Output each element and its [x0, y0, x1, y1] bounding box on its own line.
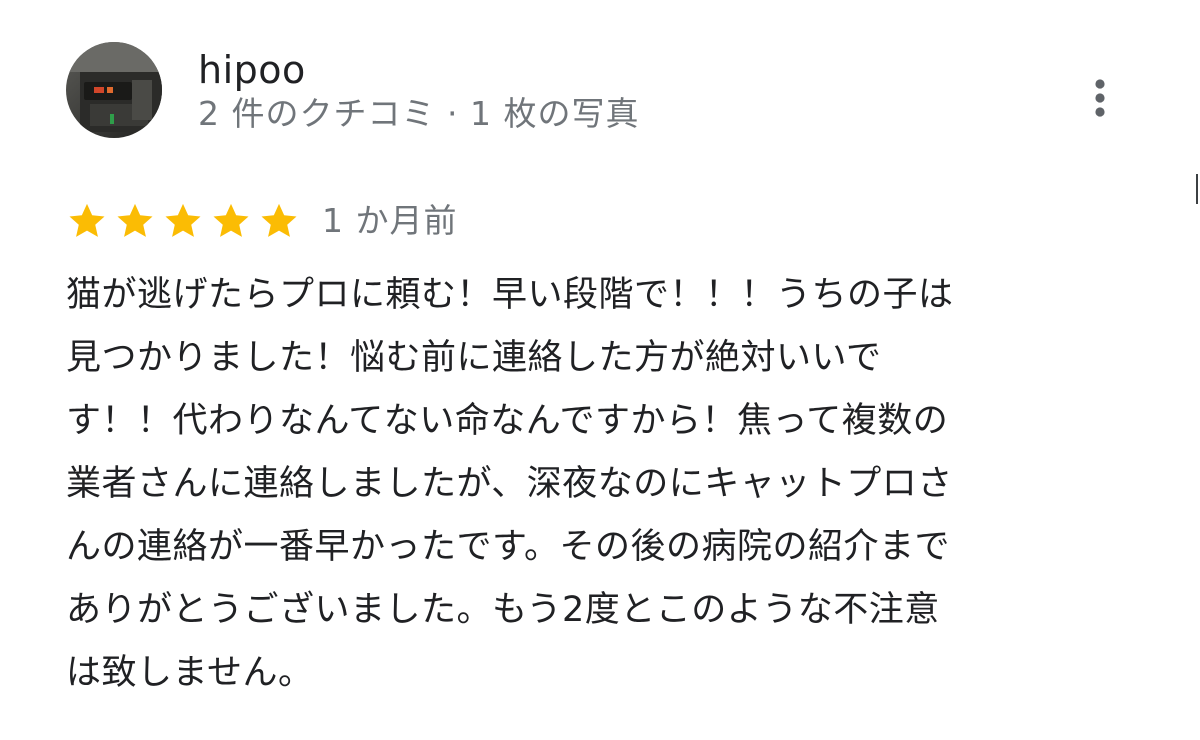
star-icon — [213, 203, 249, 237]
review-text-line: す！！代わりなんてない命なんですから！焦って複数の — [66, 401, 949, 441]
review-text-line: 猫が逃げたらプロに頼む！早い段階で！！！うちの子は — [66, 275, 954, 315]
review-card: hipoo 2 件のクチコミ · 1 枚の写真 1 か月前 猫が逃げたらプロに頼… — [0, 0, 1200, 740]
author-info: hipoo 2 件のクチコミ · 1 枚の写真 — [198, 48, 639, 134]
avatar-photo — [66, 42, 162, 138]
review-text-line: 業者さんに連絡しましたが、深夜なのにキャットプロさ — [66, 464, 953, 504]
star-icon — [165, 203, 201, 237]
more-vert-icon — [1095, 79, 1105, 117]
review-text-line: 見つかりました！悩む前に連絡した方が絶対いいで — [66, 338, 882, 378]
star-icon — [117, 203, 153, 237]
more-options-button[interactable] — [1074, 68, 1126, 128]
author-name[interactable]: hipoo — [198, 48, 639, 92]
review-text-line: は致しません。 — [66, 653, 314, 693]
review-text-line: ありがとうございました。もう2度とこのような不注意 — [66, 590, 940, 630]
review-text-line: んの連絡が一番早かったです。その後の病院の紹介まで — [66, 527, 951, 567]
star-rating — [66, 200, 300, 242]
review-date: 1 か月前 — [322, 201, 458, 240]
rating-row: 1 か月前 — [66, 199, 458, 243]
star-icon — [69, 203, 105, 237]
review-text: 猫が逃げたらプロに頼む！早い段階で！！！うちの子は 見つかりました！悩む前に連絡し… — [66, 264, 1136, 705]
star-icon — [261, 203, 297, 237]
author-avatar[interactable] — [66, 42, 162, 138]
author-stats: 2 件のクチコミ · 1 枚の写真 — [198, 94, 640, 133]
scrollbar-edge[interactable] — [1196, 174, 1198, 204]
